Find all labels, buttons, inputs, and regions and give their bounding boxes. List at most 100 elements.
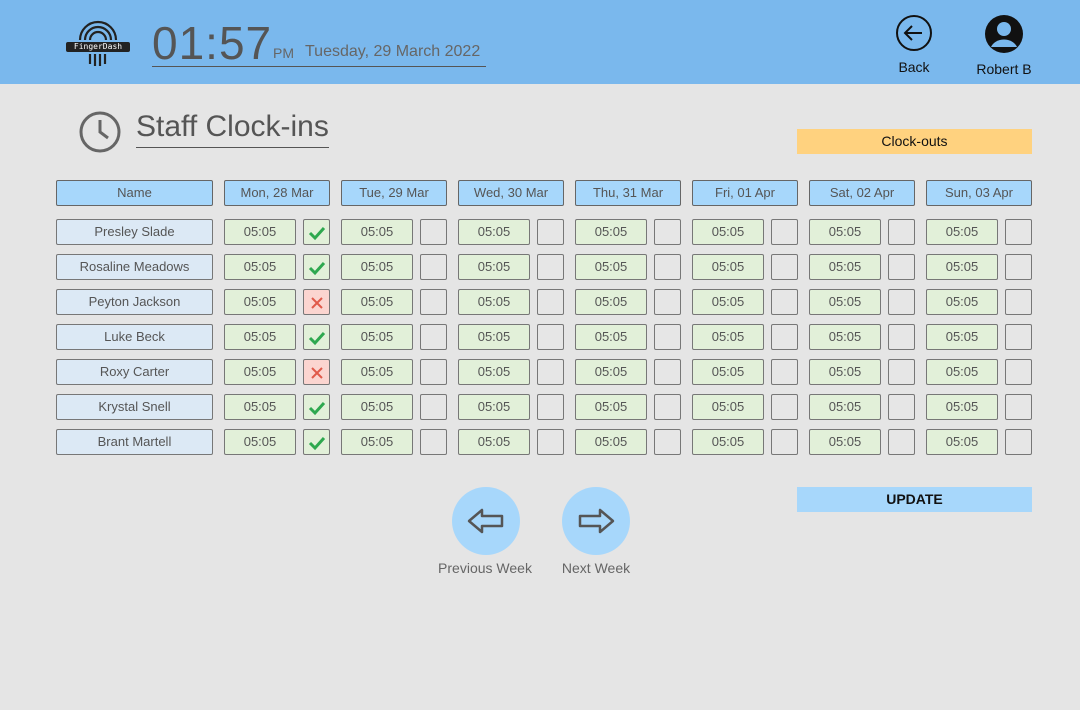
approval-checkbox[interactable]: [888, 359, 915, 385]
clock-in-time-field[interactable]: 05:05: [575, 254, 647, 280]
approval-checkbox[interactable]: [771, 359, 798, 385]
clock-in-time-field[interactable]: 05:05: [926, 359, 998, 385]
update-button[interactable]: UPDATE: [797, 487, 1032, 512]
clock-in-time-field[interactable]: 05:05: [692, 394, 764, 420]
clock-in-time-field[interactable]: 05:05: [341, 289, 413, 315]
clock-in-time-field[interactable]: 05:05: [224, 254, 296, 280]
approval-checkbox[interactable]: [537, 429, 564, 455]
clock-in-time-field[interactable]: 05:05: [341, 324, 413, 350]
approval-checkbox[interactable]: [1005, 359, 1032, 385]
clock-in-time-field[interactable]: 05:05: [575, 289, 647, 315]
approval-checkbox[interactable]: [537, 324, 564, 350]
clock-in-time-field[interactable]: 05:05: [341, 359, 413, 385]
clock-in-time-field[interactable]: 05:05: [458, 394, 530, 420]
clock-in-time-field[interactable]: 05:05: [341, 429, 413, 455]
clock-in-time-field[interactable]: 05:05: [809, 254, 881, 280]
approval-checkbox[interactable]: [654, 324, 681, 350]
approval-checkbox[interactable]: [420, 359, 447, 385]
approval-checkbox[interactable]: [888, 324, 915, 350]
clock-in-time-field[interactable]: 05:05: [458, 429, 530, 455]
approval-checkbox[interactable]: [888, 254, 915, 280]
clock-in-time-field[interactable]: 05:05: [926, 254, 998, 280]
clock-in-time-field[interactable]: 05:05: [224, 289, 296, 315]
user-profile-button[interactable]: Robert B: [972, 14, 1036, 77]
back-button[interactable]: Back: [893, 14, 935, 75]
clock-in-time-field[interactable]: 05:05: [341, 254, 413, 280]
clock-in-time-field[interactable]: 05:05: [926, 219, 998, 245]
clock-in-time-field[interactable]: 05:05: [575, 219, 647, 245]
clock-in-time-field[interactable]: 05:05: [341, 394, 413, 420]
approval-checkbox[interactable]: [537, 394, 564, 420]
approval-checkbox[interactable]: [420, 289, 447, 315]
approval-checkbox[interactable]: [303, 254, 330, 280]
clock-in-time-field[interactable]: 05:05: [692, 254, 764, 280]
clock-in-time-field[interactable]: 05:05: [809, 219, 881, 245]
clock-in-time-field[interactable]: 05:05: [575, 394, 647, 420]
clock-in-time-field[interactable]: 05:05: [926, 394, 998, 420]
clock-in-time-field[interactable]: 05:05: [575, 324, 647, 350]
clock-in-time-field[interactable]: 05:05: [809, 429, 881, 455]
clock-in-time-field[interactable]: 05:05: [692, 429, 764, 455]
approval-checkbox[interactable]: [771, 254, 798, 280]
approval-checkbox[interactable]: [303, 324, 330, 350]
approval-checkbox[interactable]: [654, 429, 681, 455]
clock-in-time-field[interactable]: 05:05: [458, 359, 530, 385]
clock-in-time-field[interactable]: 05:05: [692, 359, 764, 385]
approval-checkbox[interactable]: [771, 394, 798, 420]
clock-in-time-field[interactable]: 05:05: [575, 359, 647, 385]
clock-in-time-field[interactable]: 05:05: [224, 324, 296, 350]
approval-checkbox[interactable]: [888, 429, 915, 455]
clock-in-time-field[interactable]: 05:05: [458, 324, 530, 350]
approval-checkbox[interactable]: [303, 429, 330, 455]
approval-checkbox[interactable]: [771, 324, 798, 350]
clock-in-time-field[interactable]: 05:05: [692, 324, 764, 350]
approval-checkbox[interactable]: [888, 289, 915, 315]
approval-checkbox[interactable]: [303, 289, 330, 315]
clock-in-time-field[interactable]: 05:05: [224, 394, 296, 420]
clock-in-time-field[interactable]: 05:05: [809, 359, 881, 385]
approval-checkbox[interactable]: [537, 359, 564, 385]
approval-checkbox[interactable]: [771, 429, 798, 455]
clock-in-time-field[interactable]: 05:05: [692, 289, 764, 315]
clock-in-time-field[interactable]: 05:05: [575, 429, 647, 455]
clock-in-time-field[interactable]: 05:05: [458, 289, 530, 315]
clock-in-time-field[interactable]: 05:05: [341, 219, 413, 245]
approval-checkbox[interactable]: [1005, 254, 1032, 280]
approval-checkbox[interactable]: [537, 254, 564, 280]
approval-checkbox[interactable]: [420, 254, 447, 280]
approval-checkbox[interactable]: [1005, 219, 1032, 245]
clock-in-time-field[interactable]: 05:05: [692, 219, 764, 245]
approval-checkbox[interactable]: [654, 289, 681, 315]
approval-checkbox[interactable]: [888, 394, 915, 420]
previous-week-button[interactable]: [452, 487, 520, 555]
clock-in-time-field[interactable]: 05:05: [809, 289, 881, 315]
approval-checkbox[interactable]: [654, 254, 681, 280]
approval-checkbox[interactable]: [1005, 429, 1032, 455]
approval-checkbox[interactable]: [420, 324, 447, 350]
approval-checkbox[interactable]: [654, 359, 681, 385]
approval-checkbox[interactable]: [771, 289, 798, 315]
approval-checkbox[interactable]: [1005, 394, 1032, 420]
approval-checkbox[interactable]: [1005, 324, 1032, 350]
clock-outs-button[interactable]: Clock-outs: [797, 129, 1032, 154]
clock-in-time-field[interactable]: 05:05: [926, 429, 998, 455]
approval-checkbox[interactable]: [420, 394, 447, 420]
clock-in-time-field[interactable]: 05:05: [809, 394, 881, 420]
clock-in-time-field[interactable]: 05:05: [809, 324, 881, 350]
clock-in-time-field[interactable]: 05:05: [224, 429, 296, 455]
approval-checkbox[interactable]: [771, 219, 798, 245]
clock-in-time-field[interactable]: 05:05: [224, 219, 296, 245]
approval-checkbox[interactable]: [537, 289, 564, 315]
approval-checkbox[interactable]: [888, 219, 915, 245]
approval-checkbox[interactable]: [303, 219, 330, 245]
approval-checkbox[interactable]: [303, 359, 330, 385]
clock-in-time-field[interactable]: 05:05: [926, 324, 998, 350]
clock-in-time-field[interactable]: 05:05: [224, 359, 296, 385]
approval-checkbox[interactable]: [420, 429, 447, 455]
approval-checkbox[interactable]: [654, 219, 681, 245]
approval-checkbox[interactable]: [303, 394, 330, 420]
next-week-button[interactable]: [562, 487, 630, 555]
approval-checkbox[interactable]: [420, 219, 447, 245]
approval-checkbox[interactable]: [537, 219, 564, 245]
approval-checkbox[interactable]: [1005, 289, 1032, 315]
